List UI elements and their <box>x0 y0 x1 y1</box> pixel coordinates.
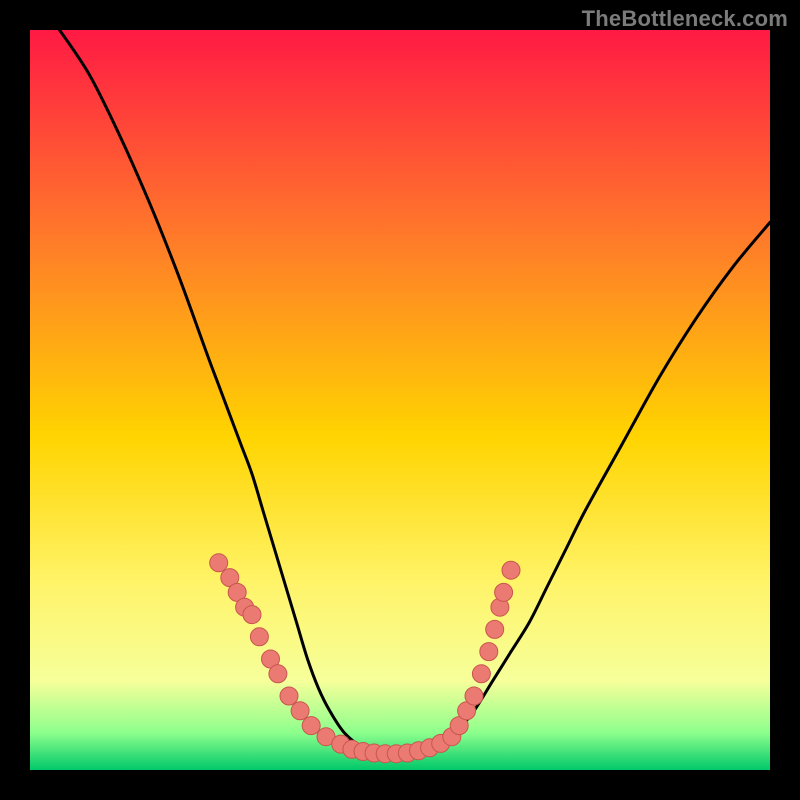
data-point <box>302 717 320 735</box>
data-point <box>243 606 261 624</box>
data-point <box>486 620 504 638</box>
data-point <box>250 628 268 646</box>
chart-frame: TheBottleneck.com <box>0 0 800 800</box>
data-point <box>472 665 490 683</box>
gradient-background <box>30 30 770 770</box>
plot-area <box>30 30 770 770</box>
data-point <box>291 702 309 720</box>
chart-svg <box>30 30 770 770</box>
data-point <box>210 554 228 572</box>
data-point <box>480 643 498 661</box>
data-point <box>269 665 287 683</box>
watermark-text: TheBottleneck.com <box>582 6 788 32</box>
data-point <box>280 687 298 705</box>
data-point <box>465 687 483 705</box>
data-point <box>502 561 520 579</box>
data-point <box>495 583 513 601</box>
